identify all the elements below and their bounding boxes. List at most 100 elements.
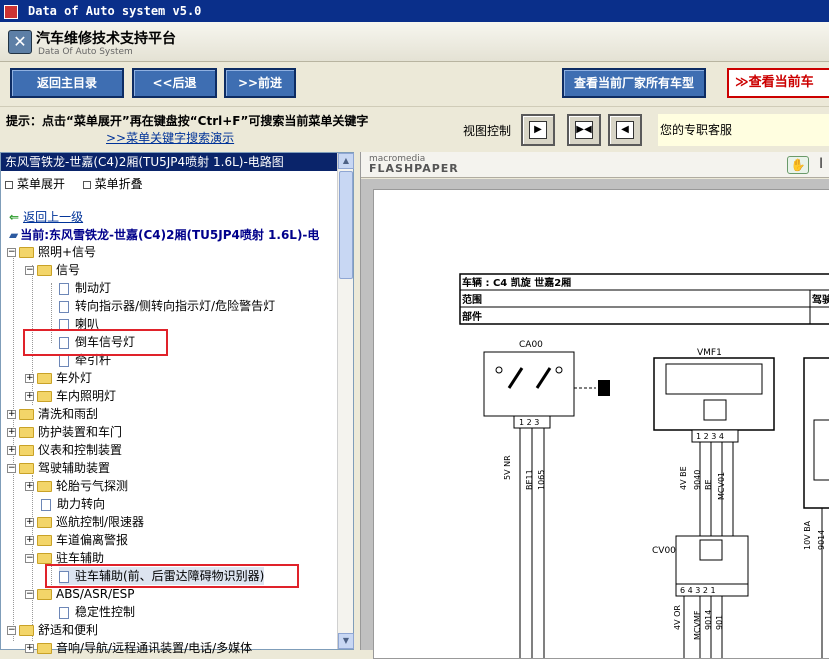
tree-node-interior-lights[interactable]: + 车内照明灯 <box>25 387 116 405</box>
tree-node-label: 防护装置和车门 <box>38 425 123 439</box>
wire-label: 1065 <box>537 470 546 490</box>
app-title: 汽车维修技术支持平台 <box>36 31 176 47</box>
expand-collapse-row: 菜单展开 菜单折叠 <box>5 175 143 192</box>
tree-node-driver-assist[interactable]: − 驾驶辅助装置 <box>7 459 110 477</box>
all-models-button[interactable]: 查看当前厂家所有车型 <box>562 68 706 98</box>
hint-text: 提示：点击“菜单展开”再在键盘按“Ctrl+F”可搜索当前菜单关键字 <box>6 114 369 128</box>
hand-tool-icon[interactable]: ✋ <box>787 156 809 174</box>
tree-node-label: 仪表和控制装置 <box>38 443 123 457</box>
wire-label: 9014 <box>704 610 713 630</box>
tree-node-comfort[interactable]: − 舒适和便利 <box>7 621 98 639</box>
tree-node-label: ABS/ASR/ESP <box>56 587 135 601</box>
back-up-row[interactable]: ⇐ 返回上一级 <box>9 208 83 225</box>
menu-scrollbar[interactable]: ▲ ▼ <box>337 153 354 649</box>
service-text: 您的专职客服 <box>658 114 829 146</box>
tree-node-label: 信号 <box>56 263 81 277</box>
document-icon <box>59 300 69 313</box>
folder-open-icon <box>37 265 52 276</box>
expand-toggle-icon: + <box>25 373 34 383</box>
folder-icon <box>19 445 34 456</box>
document-icon <box>59 606 69 619</box>
arrow-left-icon: ◀ <box>616 121 634 139</box>
menu-expand-link[interactable]: 菜单展开 <box>17 177 65 191</box>
view-expand-right-button[interactable]: ▶ <box>521 114 555 146</box>
brand-main: FLASHPAPER <box>369 162 459 175</box>
tree-node-lane-departure[interactable]: + 车道偏离警报 <box>25 531 128 549</box>
text-select-icon[interactable]: I <box>819 156 823 172</box>
tree-leaf-brake-light[interactable]: 制动灯 <box>59 279 111 297</box>
expand-toggle-icon: + <box>25 535 34 545</box>
document-viewer: macromediaFLASHPAPER ✋ I ✋ 车辆 : C4 凯旋 世嘉… <box>360 152 829 659</box>
folder-icon <box>37 481 52 492</box>
tree-leaf-power-steering[interactable]: 助力转向 <box>41 495 105 513</box>
folder-open-icon <box>37 553 52 564</box>
tree-node-label: 转向指示器/侧转向指示灯/危险警告灯 <box>75 299 276 313</box>
current-path: ▰ 当前:东风雪铁龙-世嘉(C4)2厢(TU5JP4喷射 1.6L)-电 <box>9 226 337 243</box>
wire-label: BE <box>704 479 713 490</box>
window-title: Data of Auto system v5.0 <box>28 4 202 18</box>
tree-node-label: 清洗和雨刮 <box>38 407 99 421</box>
tree-node-cruise-control[interactable]: + 巡航控制/限速器 <box>25 513 144 531</box>
collapse-toggle-icon: − <box>25 553 34 563</box>
view-split-button[interactable]: ▶◀ <box>567 114 601 146</box>
back-button[interactable]: <<后退 <box>132 68 217 98</box>
scroll-up-icon[interactable]: ▲ <box>338 153 354 169</box>
wire-label: 9040 <box>693 470 702 490</box>
tree-leaf-turn-signal[interactable]: 转向指示器/侧转向指示灯/危险警告灯 <box>59 297 275 315</box>
tree-node-signal[interactable]: − 信号 <box>25 261 80 279</box>
viewer-toolbar: macromedia FLASHPAPER ✋ I <box>361 152 829 178</box>
tree-node-label: 轮胎亏气探测 <box>56 479 129 493</box>
svg-text:1 2 3 4: 1 2 3 4 <box>696 432 724 441</box>
expand-toggle-icon: + <box>25 517 34 527</box>
back-up-link[interactable]: 返回上一级 <box>23 210 83 224</box>
main-toolbar: 返回主目录 <<后退 >>前进 查看当前厂家所有车型 ≫查看当前车 <box>0 62 829 107</box>
tree-node-label: 驾驶辅助装置 <box>38 461 111 475</box>
folder-open-icon <box>19 247 34 258</box>
menu-panel: 东风雪铁龙-世嘉(C4)2厢(TU5JP4喷射 1.6L)-电路图 菜单展开 菜… <box>0 152 354 655</box>
highlight-box <box>45 564 299 588</box>
current-model-label: 查看当前车 <box>748 75 814 90</box>
tree-node-audio-nav[interactable]: + 音响/导航/远程通讯装置/电话/多媒体 <box>25 639 252 657</box>
tree-node-instruments[interactable]: + 仪表和控制装置 <box>7 441 122 459</box>
tree-node-protection-doors[interactable]: + 防护装置和车门 <box>7 423 122 441</box>
collapse-toggle-icon: − <box>7 625 16 635</box>
wiring-schematic: 车辆 : C4 凯旋 世嘉2厢 范围 部件 驾驶 CA00 1 2 3 5V N… <box>459 273 829 658</box>
tree-node-label: 车道偏离警报 <box>56 533 129 547</box>
document-area[interactable]: 车辆 : C4 凯旋 世嘉2厢 范围 部件 驾驶 CA00 1 2 3 5V N… <box>361 179 829 659</box>
search-demo-link[interactable]: >>菜单关键字搜索演示 <box>106 129 234 146</box>
hint-row: 提示：点击“菜单展开”再在键盘按“Ctrl+F”可搜索当前菜单关键字 >>菜单关… <box>0 108 829 152</box>
forward-button[interactable]: >>前进 <box>224 68 296 98</box>
tree-node-wash-wipe[interactable]: + 清洗和雨刮 <box>7 405 98 423</box>
wire-label: 10V BA <box>803 520 812 550</box>
collapse-toggle-icon: − <box>7 463 16 473</box>
view-expand-left-button[interactable]: ◀ <box>608 114 642 146</box>
wire-label: 901 <box>715 615 724 630</box>
tree-node-tire-pressure[interactable]: + 轮胎亏气探测 <box>25 477 128 495</box>
folder-icon <box>19 427 34 438</box>
arrow-right-icon: ▶ <box>529 121 547 139</box>
expand-toggle-icon: + <box>25 643 34 653</box>
home-button[interactable]: 返回主目录 <box>10 68 124 98</box>
expand-toggle-icon: + <box>7 445 16 455</box>
tree-node-label: 助力转向 <box>57 497 106 511</box>
wire-label: MCV01 <box>717 472 726 500</box>
ca00-component <box>483 351 575 417</box>
folder-icon <box>37 535 52 546</box>
wire-label: 4V BE <box>679 466 688 490</box>
schematic-page: 车辆 : C4 凯旋 世嘉2厢 范围 部件 驾驶 CA00 1 2 3 5V N… <box>373 189 829 659</box>
svg-text:6 4 3 2 1: 6 4 3 2 1 <box>680 586 716 595</box>
tree-node-lighting[interactable]: − 照明+信号 <box>7 243 96 261</box>
app-icon <box>4 4 18 19</box>
tree-node-exterior-lights[interactable]: + 车外灯 <box>25 369 92 387</box>
scroll-thumb[interactable] <box>339 171 353 279</box>
tree-leaf-stability-control[interactable]: 稳定性控制 <box>59 603 135 621</box>
menu-collapse-link[interactable]: 菜单折叠 <box>95 177 143 191</box>
current-model-button[interactable]: ≫查看当前车 <box>727 68 829 98</box>
split-arrows-icon: ▶◀ <box>575 121 593 139</box>
tree-node-label: 车内照明灯 <box>56 389 117 403</box>
tree-node-label: 驻车辅助 <box>56 551 105 565</box>
document-icon <box>59 354 69 367</box>
svg-text:1 2 3: 1 2 3 <box>519 418 539 427</box>
scroll-down-icon[interactable]: ▼ <box>338 633 354 649</box>
tree-node-label: 稳定性控制 <box>75 605 136 619</box>
